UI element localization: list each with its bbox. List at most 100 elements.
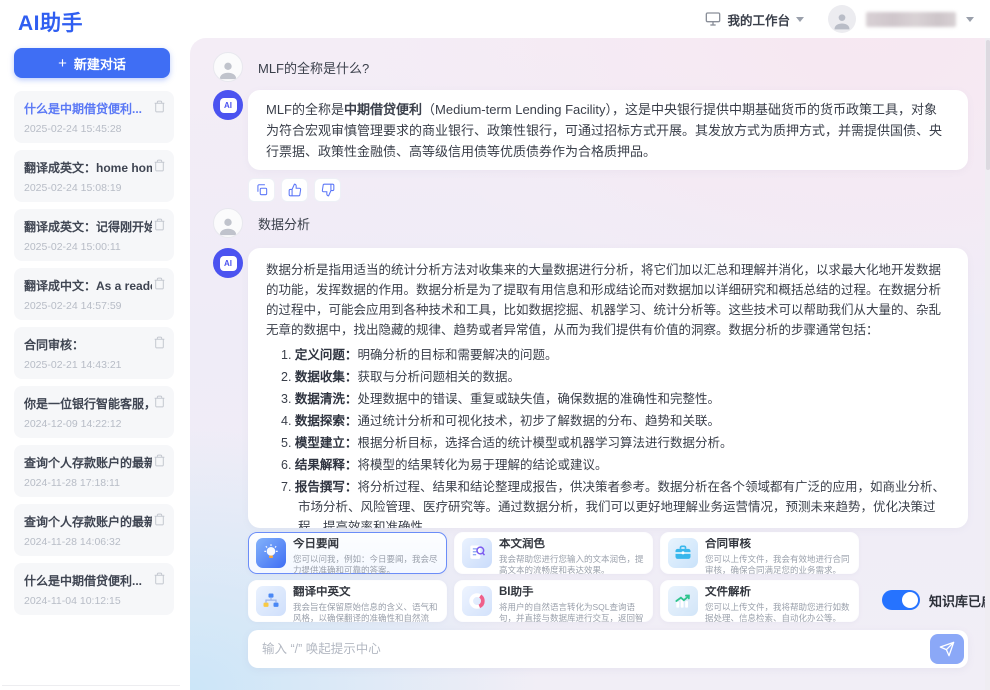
trend-up-icon — [668, 586, 698, 616]
message-input-bar — [248, 630, 968, 668]
sidebar: + 新建对话 什么是中期借贷便利... 2025-02-24 15:45:28 … — [0, 38, 190, 690]
user-avatar — [213, 208, 243, 238]
conversation-title: 翻译成英文：home home — [24, 159, 152, 176]
card-bi-assistant[interactable]: BI助手 将用户的自然语言转化为SQL查询语句，并直接与数据库进行交互，返回智能… — [454, 580, 653, 622]
list-item: 2. 数据收集：获取与分析问题相关的数据。 — [281, 367, 950, 387]
conversation-item[interactable]: 查询个人存款账户的最新... 2024-11-28 14:06:32 — [14, 504, 174, 556]
thumbs-down-button[interactable] — [314, 178, 341, 202]
thumbs-up-button[interactable] — [281, 178, 308, 202]
conversation-date: 2025-02-21 14:43:21 — [24, 359, 164, 371]
ai-message: 数据分析是指用适当的统计分析方法对收集来的大量数据进行分析，将它们加以汇总和理解… — [248, 248, 968, 528]
conversation-item[interactable]: 查询个人存款账户的最新... 2024-11-28 17:18:11 — [14, 445, 174, 497]
chevron-down-icon — [966, 17, 974, 22]
ai-message-intro: 数据分析是指用适当的统计分析方法对收集来的大量数据进行分析，将它们加以汇总和理解… — [266, 260, 950, 340]
conversation-item[interactable]: 合同审核： 2025-02-21 14:43:21 — [14, 327, 174, 379]
list-item: 7. 报告撰写：将分析过程、结果和结论整理成报告，供决策者参考。数据分析在各个领… — [281, 477, 950, 528]
donut-chart-icon — [462, 586, 492, 616]
workspace-label: 我的工作台 — [727, 10, 790, 29]
user-message: 数据分析 — [213, 208, 310, 238]
ai-logo-icon: AI — [220, 256, 237, 271]
conversation-item[interactable]: 你是一位银行智能客服，... 2024-12-09 14:22:12 — [14, 386, 174, 438]
briefcase-icon — [668, 538, 698, 568]
person-icon — [217, 215, 239, 237]
toggle-knob — [902, 592, 918, 608]
card-desc: 您可以问我，例如：今日要闻，我会尽力提供准确和可靠的答案。 — [293, 554, 438, 575]
new-chat-label: 新建对话 — [74, 54, 126, 73]
card-title: BI助手 — [499, 586, 644, 599]
conversation-date: 2024-11-04 10:12:15 — [24, 595, 164, 607]
conversation-date: 2025-02-24 15:08:19 — [24, 182, 164, 194]
app-window: AI助手 我的工作台 + 新建对话 什么是中期借贷便利... 2025-02-2… — [0, 0, 990, 690]
bulb-icon — [256, 538, 286, 568]
translate-icon — [256, 586, 286, 616]
trash-icon[interactable] — [153, 572, 166, 585]
new-chat-button[interactable]: + 新建对话 — [14, 48, 170, 78]
trash-icon[interactable] — [153, 336, 166, 349]
username-redacted[interactable] — [866, 12, 956, 27]
ai-logo-icon: AI — [220, 98, 237, 113]
thumbs-up-icon — [288, 183, 302, 197]
doc-polish-icon — [462, 538, 492, 568]
card-text-polish[interactable]: 本文润色 我会帮助您进行您输入的文本润色，提高文本的流畅度和表达效果。 — [454, 532, 653, 574]
copy-button[interactable] — [248, 178, 275, 202]
card-title: 今日要闻 — [293, 538, 438, 551]
card-desc: 您可以上传文件，我将帮助您进行如数据处理、信息检索、自动化办公等。 — [705, 602, 850, 623]
ai-avatar-row: AI — [213, 248, 243, 278]
card-title: 合同审核 — [705, 538, 850, 551]
conversation-item[interactable]: 什么是中期借贷便利... 2024-11-04 10:12:15 — [14, 563, 174, 615]
conversation-item[interactable]: 翻译成英文：记得刚开始... 2025-02-24 15:00:11 — [14, 209, 174, 261]
ai-message-text: MLF的全称是 — [266, 102, 344, 117]
ai-message-bold: 中期借贷便利 — [344, 102, 422, 117]
card-today-news[interactable]: 今日要闻 您可以问我，例如：今日要闻，我会尽力提供准确和可靠的答案。 — [248, 532, 447, 574]
send-icon — [939, 641, 955, 657]
trash-icon[interactable] — [153, 218, 166, 231]
feature-cards: 今日要闻 您可以问我，例如：今日要闻，我会尽力提供准确和可靠的答案。 本文润色 … — [248, 532, 859, 622]
send-button[interactable] — [930, 634, 964, 664]
conversation-title: 什么是中期借贷便利... — [24, 572, 152, 589]
message-input[interactable] — [262, 642, 930, 656]
workspace-menu[interactable]: 我的工作台 — [705, 10, 804, 29]
trash-icon[interactable] — [153, 395, 166, 408]
conversation-list: 什么是中期借贷便利... 2025-02-24 15:45:28 翻译成英文：h… — [14, 91, 174, 615]
person-icon — [832, 11, 852, 31]
conversation-title: 查询个人存款账户的最新... — [24, 513, 152, 530]
plus-icon: + — [58, 55, 67, 72]
chevron-down-icon — [796, 17, 804, 22]
list-item: 6. 结果解释：将模型的结果转化为易于理解的结论或建议。 — [281, 455, 950, 475]
conversation-item[interactable]: 什么是中期借贷便利... 2025-02-24 15:45:28 — [14, 91, 174, 143]
ai-avatar: AI — [213, 90, 243, 120]
trash-icon[interactable] — [153, 277, 166, 290]
person-icon — [217, 59, 239, 81]
avatar[interactable] — [828, 5, 856, 33]
list-item: 5. 模型建立：根据分析目标，选择合适的统计模型或机器学习算法进行数据分析。 — [281, 433, 950, 453]
conversation-date: 2025-02-24 15:45:28 — [24, 123, 164, 135]
card-title: 本文润色 — [499, 538, 644, 551]
card-translate[interactable]: 翻译中英文 我会旨在保留原始信息的含义、语气和风格，以确保翻译的准确性和自然流畅… — [248, 580, 447, 622]
card-desc: 我会旨在保留原始信息的含义、语气和风格，以确保翻译的准确性和自然流畅。 — [293, 602, 438, 623]
scrollbar-thumb[interactable] — [986, 40, 990, 170]
conversation-title: 翻译成中文：As a reader... — [24, 277, 152, 294]
card-desc: 我会帮助您进行您输入的文本润色，提高文本的流畅度和表达效果。 — [499, 554, 644, 575]
message-actions — [248, 178, 341, 202]
trash-icon[interactable] — [153, 454, 166, 467]
trash-icon[interactable] — [153, 100, 166, 113]
user-avatar — [213, 52, 243, 82]
list-item: 3. 数据清洗：处理数据中的错误、重复或缺失值，确保数据的准确性和完整性。 — [281, 389, 950, 409]
ai-steps-list: 1. 定义问题：明确分析的目标和需要解决的问题。 2. 数据收集：获取与分析问题… — [266, 345, 950, 528]
trash-icon[interactable] — [153, 513, 166, 526]
list-item: 4. 数据探索：通过统计分析和可视化技术，初步了解数据的分布、趋势和关联。 — [281, 411, 950, 431]
user-message: MLF的全称是什么? — [213, 52, 369, 82]
app-logo: AI助手 — [18, 7, 83, 37]
card-title: 文件解析 — [705, 586, 850, 599]
scrollbar[interactable] — [985, 38, 990, 690]
card-file-parse[interactable]: 文件解析 您可以上传文件，我将帮助您进行如数据处理、信息检索、自动化办公等。 — [660, 580, 859, 622]
toggle-switch-on[interactable] — [882, 590, 920, 610]
trash-icon[interactable] — [153, 159, 166, 172]
card-contract-review[interactable]: 合同审核 您可以上传文件，我会有效地进行合同审核，确保合同满足您的业务需求。 — [660, 532, 859, 574]
conversation-item[interactable]: 翻译成中文：As a reader... 2025-02-24 14:57:59 — [14, 268, 174, 320]
knowledge-base-toggle[interactable]: 知识库已启用 — [882, 590, 990, 610]
conversation-date: 2025-02-24 15:00:11 — [24, 241, 164, 253]
conversation-item[interactable]: 翻译成英文：home home 2025-02-24 15:08:19 — [14, 150, 174, 202]
copy-icon — [255, 183, 269, 197]
thumbs-down-icon — [321, 183, 335, 197]
